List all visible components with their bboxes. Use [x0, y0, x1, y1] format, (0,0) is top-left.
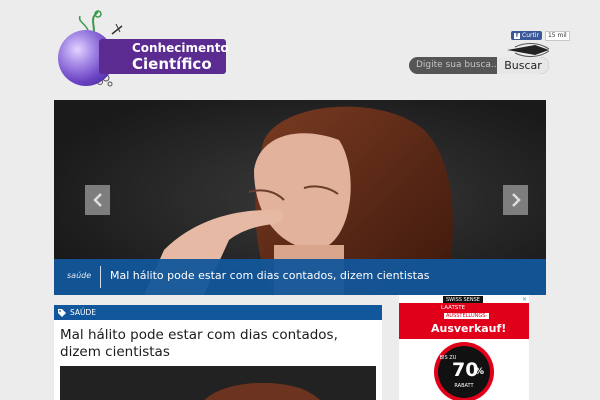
slider-title[interactable]: Mal hálito pode estar com dias contados,…: [110, 269, 429, 282]
slider-prev-button[interactable]: [85, 185, 110, 215]
facebook-like-button[interactable]: f Curtir: [511, 31, 542, 40]
facebook-icon: f: [514, 31, 520, 39]
ad-line2: AUSSTELLUNGS-: [444, 313, 490, 319]
facebook-like-widget: f Curtir 15 mil: [511, 30, 570, 41]
featured-slider[interactable]: saúde Mal hálito pode estar com dias con…: [54, 100, 546, 295]
facebook-like-count: 15 mil: [544, 30, 570, 41]
ad-line1: LAATSTE: [441, 305, 466, 311]
article-thumbnail[interactable]: [60, 366, 376, 400]
ad-discount-badge: BIS ZU 70 % RABATT: [434, 342, 494, 400]
chevron-right-icon: [511, 193, 521, 207]
slider-next-button[interactable]: [503, 185, 528, 215]
slider-category[interactable]: saúde: [67, 271, 91, 280]
logo-text-line1: Conhecimento: [132, 41, 229, 55]
ad-headline: Ausverkauf!: [431, 322, 507, 335]
article-image: [60, 366, 376, 400]
article-card: SAÚDE Mal hálito pode estar com dias con…: [54, 305, 382, 400]
search-button[interactable]: Buscar: [497, 57, 549, 74]
article-category[interactable]: SAÚDE: [70, 308, 96, 317]
ad-badge-unit: %: [475, 367, 485, 377]
logo-text-line2: Científico: [132, 55, 212, 73]
slider-caption[interactable]: saúde Mal hálito pode estar com dias con…: [54, 259, 546, 295]
tag-icon: [58, 308, 66, 317]
facebook-like-label: Curtir: [522, 32, 539, 39]
ad-choices-icon[interactable]: ✕: [522, 296, 527, 303]
advertisement[interactable]: ✕ SWISS SENSE LAATSTE AUSSTELLUNGS- Ausv…: [399, 295, 529, 400]
search-input[interactable]: Digite sua busca...: [409, 57, 497, 74]
caption-divider: [100, 266, 101, 288]
article-category-bar[interactable]: SAÚDE: [54, 305, 382, 320]
site-logo[interactable]: Conhecimento Científico: [54, 8, 234, 88]
chevron-left-icon: [92, 193, 102, 207]
ad-badge-label: RABATT: [454, 383, 474, 389]
search-bar: Digite sua busca... Buscar: [409, 57, 549, 74]
article-title[interactable]: Mal hálito pode estar com dias contados,…: [54, 320, 382, 361]
ad-banner: LAATSTE AUSSTELLUNGS- Ausverkauf!: [399, 303, 529, 339]
